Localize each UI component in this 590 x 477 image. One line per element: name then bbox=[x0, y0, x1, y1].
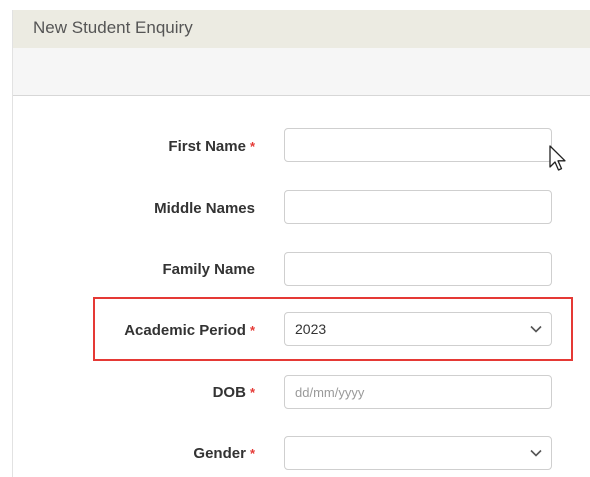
dob-placeholder: dd/mm/yyyy bbox=[295, 385, 365, 400]
required-marker: * bbox=[249, 446, 255, 461]
toolbar-band bbox=[13, 48, 590, 96]
required-marker: * bbox=[249, 385, 255, 400]
required-marker: * bbox=[249, 139, 255, 154]
mouse-pointer-icon bbox=[549, 145, 566, 171]
family-name-input[interactable] bbox=[284, 252, 552, 286]
gender-label-text: Gender bbox=[193, 445, 246, 462]
first-name-label-text: First Name bbox=[168, 138, 246, 155]
dob-input[interactable]: dd/mm/yyyy bbox=[284, 375, 552, 409]
middle-names-label: Middle Names bbox=[154, 200, 255, 217]
dob-label-text: DOB bbox=[212, 384, 246, 401]
first-name-input[interactable] bbox=[284, 128, 552, 162]
middle-names-label-text: Middle Names bbox=[154, 200, 255, 217]
middle-names-input[interactable] bbox=[284, 190, 552, 224]
first-name-label: First Name * bbox=[168, 138, 255, 155]
dob-label: DOB * bbox=[213, 384, 255, 401]
panel-header: New Student Enquiry bbox=[13, 10, 590, 48]
panel-title: New Student Enquiry bbox=[33, 18, 193, 37]
chevron-down-icon bbox=[530, 449, 542, 457]
family-name-label-text: Family Name bbox=[162, 261, 255, 278]
highlight-box bbox=[93, 297, 573, 361]
gender-label: Gender * bbox=[193, 445, 255, 462]
family-name-label: Family Name bbox=[162, 261, 255, 278]
gender-select[interactable] bbox=[284, 436, 552, 470]
